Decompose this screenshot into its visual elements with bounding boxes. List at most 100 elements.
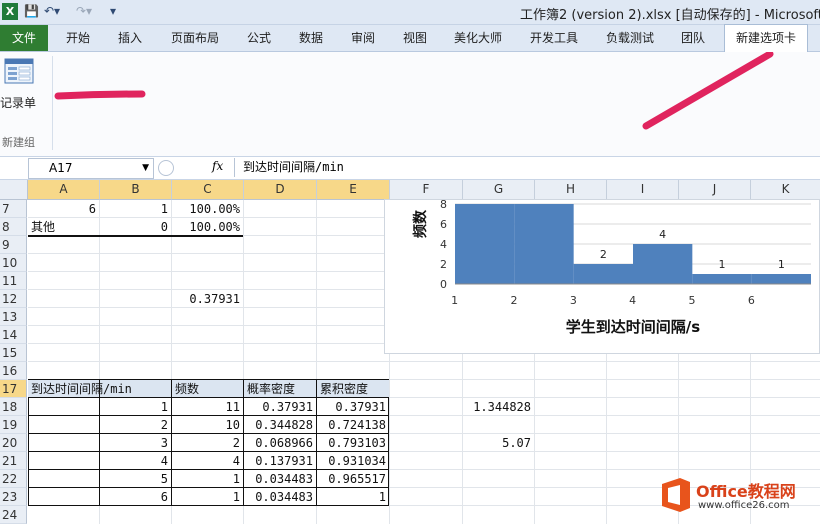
cell-d19[interactable]: 0.724138 — [317, 416, 389, 434]
cell-b20[interactable]: 2 — [172, 434, 243, 452]
row-header-10[interactable]: 10 — [0, 254, 27, 272]
cell-b22[interactable]: 1 — [172, 470, 243, 488]
tab-load-test[interactable]: 负载测试 — [598, 25, 662, 51]
column-header-b[interactable]: B — [100, 180, 172, 200]
cell-c17[interactable]: 概率密度 — [244, 380, 316, 398]
customize-icon[interactable]: ▾ — [110, 4, 116, 20]
row-header-19[interactable]: 19 — [0, 416, 27, 434]
tab-data[interactable]: 数据 — [288, 25, 334, 51]
select-all-corner[interactable] — [0, 180, 28, 200]
cell-c8[interactable]: 100.00% — [172, 218, 243, 236]
excel-icon[interactable]: X — [2, 3, 18, 20]
window-title: 工作簿2 (version 2).xlsx [自动保存的] - Microsof… — [520, 8, 820, 23]
tab-beautify[interactable]: 美化大师 — [446, 25, 510, 51]
tab-review[interactable]: 审阅 — [340, 25, 386, 51]
name-box[interactable]: A17 ▼ — [28, 158, 154, 179]
column-header-j[interactable]: J — [679, 180, 751, 200]
tab-team[interactable]: 团队 — [670, 25, 716, 51]
formula-value: 到达时间间隔/min — [243, 160, 344, 174]
column-header-a[interactable]: A — [28, 180, 100, 200]
column-header-c[interactable]: C — [172, 180, 244, 200]
save-icon[interactable]: 💾 — [24, 4, 39, 20]
row-header-14[interactable]: 14 — [0, 326, 27, 344]
cell-b19[interactable]: 10 — [172, 416, 243, 434]
cell-a17[interactable]: 到达时间间隔/min — [28, 380, 171, 398]
row-header-8[interactable]: 8 — [0, 218, 27, 236]
cell-d17[interactable]: 累积密度 — [317, 380, 389, 398]
row-header-24[interactable]: 24 — [0, 506, 27, 524]
row-header-13[interactable]: 13 — [0, 308, 27, 326]
cell-d18[interactable]: 0.37931 — [317, 398, 389, 416]
tab-file[interactable]: 文件 — [0, 25, 48, 51]
cell-b21[interactable]: 4 — [172, 452, 243, 470]
chevron-down-icon[interactable]: ▼ — [142, 159, 149, 178]
cell-b8[interactable]: 0 — [100, 218, 171, 236]
row-header-16[interactable]: 16 — [0, 362, 27, 380]
row-header-18[interactable]: 18 — [0, 398, 27, 416]
cell-c7[interactable]: 100.00% — [172, 200, 243, 218]
row-header-7[interactable]: 7 — [0, 200, 27, 218]
cell-c12[interactable]: 0.37931 — [172, 290, 243, 308]
cell-c22[interactable]: 0.034483 — [244, 470, 316, 488]
cell-d21[interactable]: 0.931034 — [317, 452, 389, 470]
column-header-e[interactable]: E — [317, 180, 390, 200]
column-header-f[interactable]: F — [390, 180, 463, 200]
row-header-20[interactable]: 20 — [0, 434, 27, 452]
cell-g18[interactable]: 1.344828 — [463, 398, 534, 416]
tab-page-layout[interactable]: 页面布局 — [162, 25, 228, 51]
cell-a22[interactable]: 5 — [28, 470, 171, 488]
tab-developer[interactable]: 开发工具 — [522, 25, 586, 51]
cell-b17[interactable]: 频数 — [172, 380, 243, 398]
cell-d20[interactable]: 0.793103 — [317, 434, 389, 452]
cell-a21[interactable]: 4 — [28, 452, 171, 470]
watermark-url: www.office26.com — [698, 500, 790, 511]
tab-new-tab[interactable]: 新建选项卡 — [724, 24, 808, 52]
formula-bar-divider-icon[interactable] — [158, 160, 174, 176]
cell-a23[interactable]: 6 — [28, 488, 171, 506]
row-header-9[interactable]: 9 — [0, 236, 27, 254]
cell-d23[interactable]: 1 — [317, 488, 389, 506]
gridline — [28, 361, 820, 362]
column-header-k[interactable]: K — [751, 180, 820, 200]
tab-home[interactable]: 开始 — [54, 25, 102, 51]
row-header-22[interactable]: 22 — [0, 470, 27, 488]
y-tick-label: 4 — [440, 238, 447, 251]
cell-c19[interactable]: 0.344828 — [244, 416, 316, 434]
cell-b23[interactable]: 1 — [172, 488, 243, 506]
cell-d22[interactable]: 0.965517 — [317, 470, 389, 488]
cell-c21[interactable]: 0.137931 — [244, 452, 316, 470]
cell-a19[interactable]: 2 — [28, 416, 171, 434]
underline-border — [28, 235, 243, 237]
column-header-d[interactable]: D — [244, 180, 317, 200]
cell-a7[interactable]: 6 — [28, 200, 99, 218]
row-header-15[interactable]: 15 — [0, 344, 27, 362]
cell-c18[interactable]: 0.37931 — [244, 398, 316, 416]
column-header-h[interactable]: H — [535, 180, 607, 200]
cell-c23[interactable]: 0.034483 — [244, 488, 316, 506]
row-header-17[interactable]: 17 — [0, 380, 27, 398]
tab-formulas[interactable]: 公式 — [236, 25, 282, 51]
row-header-11[interactable]: 11 — [0, 272, 27, 290]
cell-c20[interactable]: 0.068966 — [244, 434, 316, 452]
cell-a20[interactable]: 3 — [28, 434, 171, 452]
cell-a18[interactable]: 1 — [28, 398, 171, 416]
cell-b18[interactable]: 11 — [172, 398, 243, 416]
tab-view[interactable]: 视图 — [392, 25, 438, 51]
row-header-23[interactable]: 23 — [0, 488, 27, 506]
chart[interactable]: 0 2 4 6 8 1 2 2 3 4 4 1 5 1 6 学生到达时间间隔/s 频数 — [384, 198, 820, 354]
cell-b7[interactable]: 1 — [100, 200, 171, 218]
undo-icon[interactable]: ↶▾ — [44, 4, 60, 20]
cell-g20[interactable]: 5.07 — [463, 434, 534, 452]
x-tick-label: 3 — [570, 294, 577, 307]
row-header-12[interactable]: 12 — [0, 290, 27, 308]
column-header-g[interactable]: G — [463, 180, 535, 200]
tab-insert[interactable]: 插入 — [106, 25, 154, 51]
row-header-21[interactable]: 21 — [0, 452, 27, 470]
column-header-i[interactable]: I — [607, 180, 679, 200]
x-tick-label: 1 — [451, 294, 458, 307]
cell-a8[interactable]: 其他 — [28, 218, 99, 236]
fx-icon[interactable]: fx — [212, 159, 223, 173]
redo-icon[interactable]: ↷▾ — [76, 4, 92, 20]
formula-input[interactable]: 到达时间间隔/min — [234, 158, 813, 177]
y-tick-label: 0 — [440, 278, 447, 291]
